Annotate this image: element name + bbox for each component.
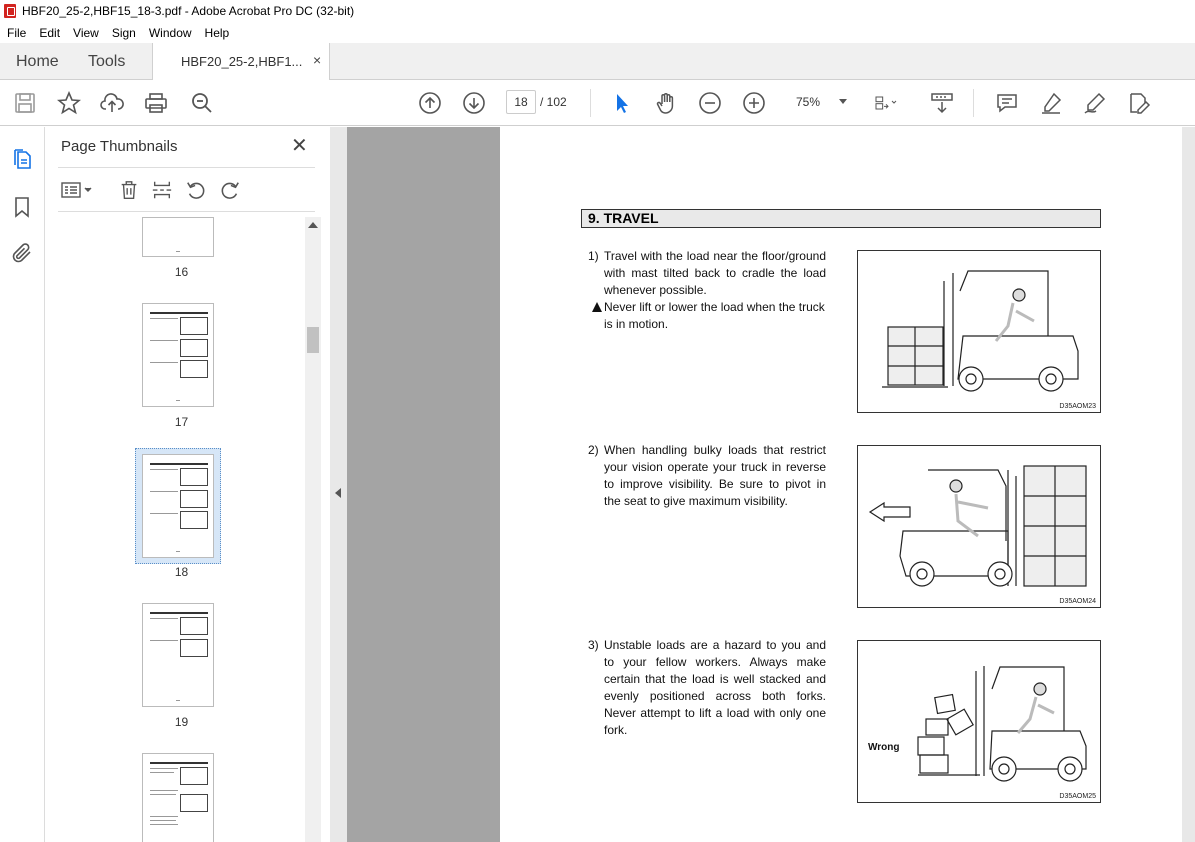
thumbnail-page[interactable] <box>142 303 214 407</box>
rotate-right-icon[interactable] <box>219 179 241 201</box>
zoom-out-icon[interactable] <box>698 91 722 115</box>
section-title: 9. TRAVEL <box>581 209 1101 228</box>
sign-icon[interactable] <box>1083 91 1107 115</box>
thumbnail-page-number: 19 <box>174 715 189 729</box>
toolbar-divider <box>590 89 591 117</box>
scroll-mode-icon[interactable] <box>930 91 954 115</box>
thumbnail-page[interactable] <box>142 603 214 707</box>
edit-pdf-icon[interactable] <box>1127 91 1151 115</box>
thumbnail-scrollbar[interactable] <box>305 217 321 842</box>
figure-code: D35AOM24 <box>1059 598 1096 605</box>
figure-forklift-unstable-load: Wrong D35AOM25 <box>857 640 1101 803</box>
thumbnail-page-selected[interactable] <box>142 454 214 558</box>
title-bar: HBF20_25-2,HBF15_18-3.pdf - Adobe Acroba… <box>0 0 1195 22</box>
thumbnail-page[interactable] <box>142 217 214 257</box>
bookmarks-icon[interactable] <box>10 195 34 219</box>
figure-code: D35AOM23 <box>1059 403 1096 410</box>
page-total: / 102 <box>540 95 567 109</box>
options-menu-icon[interactable] <box>60 180 96 200</box>
toolbar-divider <box>973 89 974 117</box>
acrobat-app-icon <box>4 4 16 18</box>
thumbnail-page-number: 17 <box>174 415 189 429</box>
menu-bar: File Edit View Sign Window Help <box>0 22 1195 43</box>
attachments-icon[interactable] <box>10 241 34 265</box>
item-text: When handling bulky loads that restrict … <box>604 443 826 508</box>
instruction-item: 2) When handling bulky loads that restri… <box>588 442 826 510</box>
hand-icon[interactable] <box>654 91 678 115</box>
page-layout-icon[interactable] <box>874 91 910 115</box>
delete-icon[interactable] <box>118 179 140 201</box>
menu-file[interactable]: File <box>0 26 32 40</box>
close-icon[interactable]: ✕ <box>291 136 308 156</box>
warning-text: Never lift or lower the load when the tr… <box>604 300 825 331</box>
navigation-rail <box>0 127 45 842</box>
zoom-level-value: 75% <box>796 95 821 109</box>
page-up-icon[interactable] <box>418 91 442 115</box>
bookmark-star-icon[interactable] <box>56 90 82 115</box>
menu-help[interactable]: Help <box>198 26 236 40</box>
figure-forklift-travel: D35AOM23 <box>857 250 1101 413</box>
highlight-icon[interactable] <box>1039 91 1063 115</box>
item-text: Unstable loads are a hazard to you and t… <box>604 638 826 737</box>
thumbnail-page[interactable] <box>142 753 214 842</box>
figure-code: D35AOM25 <box>1059 793 1096 800</box>
scrollbar-thumb[interactable] <box>307 327 319 353</box>
tab-close-icon[interactable]: × <box>313 52 321 68</box>
tab-home[interactable]: Home <box>16 53 59 71</box>
thumbnail-list: 16 17 18 19 <box>58 217 305 842</box>
divider <box>58 211 315 212</box>
rotate-left-icon[interactable] <box>185 179 207 201</box>
forklift-illustration <box>917 666 1087 782</box>
instruction-item: 1) Travel with the load near the floor/g… <box>588 248 826 299</box>
main-toolbar: 18 / 102 75% <box>0 81 1195 126</box>
window-title: HBF20_25-2,HBF15_18-3.pdf - Adobe Acroba… <box>22 4 355 18</box>
menu-window[interactable]: Window <box>142 26 198 40</box>
select-arrow-icon[interactable] <box>610 91 634 115</box>
zoom-level-select[interactable]: 75% <box>783 90 855 114</box>
document-scrollbar[interactable] <box>1182 127 1195 842</box>
warning-note: Never lift or lower the load when the tr… <box>588 299 828 333</box>
menu-view[interactable]: View <box>66 26 105 40</box>
instruction-item: 3) Unstable loads are a hazard to you an… <box>588 637 826 739</box>
tab-tools[interactable]: Tools <box>88 53 125 71</box>
tab-bar: Home Tools HBF20_25-2,HBF1... × <box>0 43 1195 80</box>
document-viewer: 9. TRAVEL 1) Travel with the load near t… <box>330 127 1195 842</box>
save-icon[interactable] <box>13 91 37 115</box>
menu-edit[interactable]: Edit <box>32 26 66 40</box>
item-number: 2) <box>588 443 599 457</box>
menu-sign[interactable]: Sign <box>105 26 142 40</box>
print-icon[interactable] <box>144 91 168 115</box>
scroll-up-icon[interactable] <box>308 222 318 228</box>
search-zoom-icon[interactable] <box>190 91 214 115</box>
comment-icon[interactable] <box>995 91 1019 115</box>
forklift-illustration <box>882 270 1079 392</box>
warning-icon <box>592 302 602 312</box>
zoom-in-icon[interactable] <box>742 91 766 115</box>
page-thumbnails-panel: Page Thumbnails ✕ 16 17 18 19 <box>46 127 330 842</box>
item-number: 1) <box>588 249 599 263</box>
tab-document[interactable]: HBF20_25-2,HBF1... × <box>152 43 330 80</box>
insert-page-icon[interactable] <box>151 179 173 201</box>
pdf-page: 9. TRAVEL 1) Travel with the load near t… <box>500 127 1182 842</box>
forklift-illustration <box>868 465 1087 587</box>
chevron-down-icon <box>839 99 847 104</box>
panel-title: Page Thumbnails <box>61 138 178 155</box>
divider <box>58 167 315 168</box>
page-down-icon[interactable] <box>462 91 486 115</box>
item-text: Travel with the load near the floor/grou… <box>604 249 826 297</box>
thumbnail-toolbar <box>58 175 315 205</box>
collapse-panel-button[interactable] <box>330 127 347 842</box>
figure-forklift-reverse: D35AOM24 <box>857 445 1101 608</box>
chevron-left-icon <box>335 488 341 498</box>
upload-icon[interactable] <box>100 91 124 115</box>
page-number-input[interactable]: 18 <box>506 90 536 114</box>
thumbnail-page-number: 16 <box>174 265 189 279</box>
page-thumbnails-icon[interactable] <box>10 147 34 171</box>
figure-label: Wrong <box>868 742 900 753</box>
thumbnail-page-number: 18 <box>174 565 189 579</box>
item-number: 3) <box>588 638 599 652</box>
tab-document-label: HBF20_25-2,HBF1... <box>181 54 303 69</box>
